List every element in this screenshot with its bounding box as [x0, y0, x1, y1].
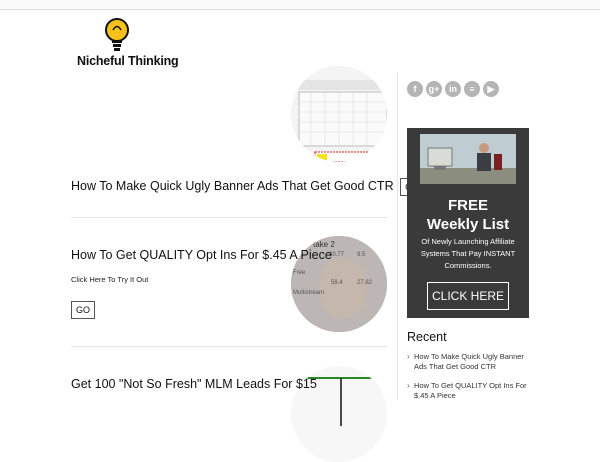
- post-item: How To Get QUALITY Opt Ins For $.45 A Pi…: [71, 246, 332, 264]
- post-thumbnail[interactable]: [291, 66, 387, 162]
- recent-link[interactable]: How To Make Quick Ugly Banner Ads That G…: [414, 352, 532, 372]
- editor-screenshot-icon: [291, 66, 387, 162]
- site-logo[interactable]: Nicheful Thinking: [70, 16, 179, 70]
- sidebar-ad[interactable]: FREE Weekly List Of Newly Launching Affi…: [407, 128, 529, 318]
- go-button-wrapper: GO: [71, 300, 96, 319]
- linkedin-icon[interactable]: in: [445, 81, 461, 97]
- ad-heading-free: FREE: [447, 197, 488, 214]
- ad-heading-weekly: Weekly List: [426, 216, 510, 233]
- post-divider: [71, 217, 387, 218]
- chevron-right-icon: ›: [407, 352, 410, 361]
- sidebar-divider: [397, 72, 398, 400]
- recent-link[interactable]: How To Get QUALITY Opt Ins For $.45 A Pi…: [414, 381, 532, 401]
- try-it-link[interactable]: Click Here To Try It Out: [71, 275, 148, 284]
- post-divider: [71, 346, 387, 347]
- top-bar: [0, 0, 600, 10]
- lightbulb-icon: [105, 18, 129, 51]
- svg-text:9.5: 9.5: [357, 252, 366, 258]
- svg-text:58.4: 58.4: [331, 280, 343, 286]
- post-title[interactable]: How To Make Quick Ugly Banner Ads That G…: [71, 179, 394, 193]
- recent-heading: Recent: [407, 330, 447, 344]
- youtube-icon[interactable]: ▶: [483, 81, 499, 97]
- chevron-right-icon: ›: [407, 381, 410, 390]
- post-title[interactable]: Get 100 "Not So Fresh" MLM Leads For $15: [71, 377, 317, 391]
- post-item: Get 100 "Not So Fresh" MLM Leads For $15: [71, 375, 317, 393]
- office-man-icon: [420, 134, 516, 184]
- google-plus-icon[interactable]: g+: [426, 81, 442, 97]
- post-title[interactable]: How To Get QUALITY Opt Ins For $.45 A Pi…: [71, 248, 332, 262]
- svg-text:27.82: 27.82: [357, 280, 373, 286]
- ad-description: Of Newly Launching Affiliate Systems Tha…: [420, 237, 516, 270]
- facebook-icon[interactable]: f: [407, 81, 423, 97]
- post-item: How To Make Quick Ugly Banner Ads That G…: [71, 177, 425, 196]
- click-here-button[interactable]: CLICK HERE: [427, 282, 509, 310]
- ad-image: [420, 134, 516, 184]
- rss-icon[interactable]: ≡: [464, 81, 480, 97]
- go-button[interactable]: GO: [71, 301, 96, 319]
- svg-text:Free: Free: [293, 270, 306, 276]
- social-links: f g+ in ≡ ▶: [407, 81, 499, 97]
- site-name: Nicheful Thinking: [77, 54, 179, 68]
- svg-text:Multistream: Multistream: [293, 290, 324, 296]
